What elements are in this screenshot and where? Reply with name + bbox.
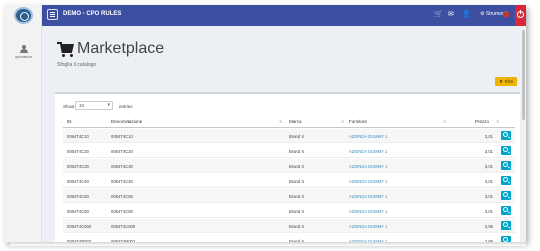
- column-header-id[interactable]: ID: [67, 119, 72, 124]
- search-icon: [503, 147, 508, 152]
- cell-brand: Brand X: [289, 164, 305, 169]
- cell-price: 3,01: [484, 134, 493, 139]
- table-row: 0064T4C10 0064T4C10 Brand X AZIENDA DUMMY 1…: [63, 129, 515, 143]
- cell-price: 3,01: [484, 209, 493, 214]
- power-icon: [517, 10, 524, 18]
- view-product-button[interactable]: [501, 131, 511, 140]
- cell-id: 0064T4C30: [67, 164, 89, 169]
- table-row: 0064T4C40 0064T4C40 Brand X AZIENDA DUMMY 1…: [63, 174, 515, 188]
- table-row: 0064T4C30 0064T4C30 Brand X AZIENDA DUMMY 1…: [63, 159, 515, 173]
- view-product-button[interactable]: [501, 191, 511, 200]
- show-label: Show: [63, 104, 75, 109]
- table-row: 0064T4C000 0064T4C000 Brand X AZIENDA DUMMY…: [63, 219, 515, 233]
- cell-name: 0064T4C50: [111, 194, 133, 199]
- cell-supplier[interactable]: AZIENDA DUMMY 1: [349, 179, 387, 184]
- table-row: 0064T4C20 0064T4C20 Brand X AZIENDA DUMMY 1…: [63, 144, 515, 158]
- filter-button-label: Filtri: [504, 79, 514, 84]
- cell-name: 0064T4C60: [111, 209, 133, 214]
- search-icon: [503, 132, 508, 137]
- filter-icon: ▼: [498, 79, 504, 84]
- sort-icon[interactable]: ⇅: [496, 119, 499, 124]
- search-icon: [503, 177, 508, 182]
- cell-id: 0064T4C50: [67, 194, 89, 199]
- cell-name: 0064T4C30: [111, 164, 133, 169]
- cell-brand: Brand X: [289, 134, 305, 139]
- cell-id: 0064T4C20: [67, 149, 89, 154]
- language-flag[interactable]: [503, 12, 509, 17]
- shopping-cart-icon: [57, 42, 75, 58]
- top-navbar: DEMO - CPO RULES 🛒 ✉ 👤 ⚙ Strumenti: [42, 5, 526, 26]
- cell-supplier[interactable]: AZIENDA DUMMY 1: [349, 149, 387, 154]
- user-icon[interactable]: [19, 45, 29, 54]
- sidebar-item-label[interactable]: operatore: [7, 54, 40, 59]
- window-shadow: [10, 242, 526, 246]
- catalog-panel: Show 10 entries ID ⇅ Denominazione ⇅ Mar…: [55, 92, 520, 242]
- search-icon: [503, 222, 508, 227]
- cell-price: 3,01: [484, 194, 493, 199]
- scrollbar[interactable]: [521, 26, 526, 242]
- cell-id: 0064T4C10: [67, 134, 89, 139]
- sidebar: operatore: [5, 5, 42, 242]
- envelope-icon[interactable]: ✉: [448, 11, 454, 19]
- cell-name: 0064T4C20: [111, 149, 133, 154]
- cell-supplier[interactable]: AZIENDA DUMMY 1: [349, 164, 387, 169]
- app-window: operatore DEMO - CPO RULES 🛒 ✉ 👤 ⚙ Strum…: [5, 5, 526, 242]
- cell-name: 0064T4C000: [111, 224, 136, 229]
- view-product-button[interactable]: [501, 206, 511, 215]
- menu-toggle-button[interactable]: [47, 9, 58, 20]
- filter-button[interactable]: ▼ Filtri: [495, 77, 517, 86]
- cell-supplier[interactable]: AZIENDA DUMMY 1: [349, 134, 387, 139]
- user-icon[interactable]: 👤: [462, 11, 471, 19]
- cell-price: 2,95: [484, 224, 493, 229]
- page-subtitle: Sfoglia il catalogo: [57, 62, 97, 68]
- scrollbar-thumb[interactable]: [522, 30, 525, 120]
- column-header-supplier[interactable]: Fornitore: [349, 119, 367, 124]
- table-row: 0064T4R002 0064T4R002 Brand X AZIENDA DUMMY…: [63, 234, 515, 242]
- cell-id: 0064T4C000: [67, 224, 92, 229]
- cell-brand: Brand X: [289, 224, 305, 229]
- cell-brand: Brand X: [289, 179, 305, 184]
- cell-name: 0064T4C40: [111, 179, 133, 184]
- cell-price: 3,01: [484, 164, 493, 169]
- cell-price: 3,01: [484, 149, 493, 154]
- sort-icon[interactable]: ⇅: [279, 119, 282, 124]
- cell-id: 0064T4C40: [67, 179, 89, 184]
- column-header-name[interactable]: Denominazione: [111, 119, 142, 124]
- search-icon: [503, 162, 508, 167]
- table-header: ID ⇅ Denominazione ⇅ Marca ⇅ Fornitore ⇅…: [63, 116, 515, 128]
- search-icon: [503, 207, 508, 212]
- page-title: Marketplace: [77, 40, 165, 57]
- logout-button[interactable]: [515, 5, 526, 26]
- sort-icon[interactable]: ⇅: [443, 119, 446, 124]
- cell-supplier[interactable]: AZIENDA DUMMY 1: [349, 209, 387, 214]
- view-product-button[interactable]: [501, 161, 511, 170]
- view-product-button[interactable]: [501, 146, 511, 155]
- column-header-brand[interactable]: Marca: [289, 119, 302, 124]
- column-header-price[interactable]: Prezzo: [475, 119, 489, 124]
- table-row: 0064T4C60 0064T4C60 Brand X AZIENDA DUMMY 1…: [63, 204, 515, 218]
- entries-suffix: entries: [119, 104, 133, 109]
- cell-name: 0064T4C10: [111, 134, 133, 139]
- app-title: DEMO - CPO RULES: [63, 11, 122, 17]
- cell-brand: Brand X: [289, 149, 305, 154]
- cell-brand: Brand X: [289, 209, 305, 214]
- table-row: 0064T4C50 0064T4C50 Brand X AZIENDA DUMMY 1…: [63, 189, 515, 203]
- cell-id: 0064T4C60: [67, 209, 89, 214]
- logo[interactable]: [14, 7, 33, 24]
- cell-supplier[interactable]: AZIENDA DUMMY 1: [349, 194, 387, 199]
- cell-price: 3,01: [484, 179, 493, 184]
- entries-select[interactable]: 10: [75, 101, 113, 110]
- cell-brand: Brand X: [289, 194, 305, 199]
- view-product-button[interactable]: [501, 176, 511, 185]
- sort-icon[interactable]: ⇅: [341, 119, 344, 124]
- view-product-button[interactable]: [501, 221, 511, 230]
- shopping-cart-icon[interactable]: 🛒: [434, 11, 443, 19]
- search-icon: [503, 192, 508, 197]
- cell-supplier[interactable]: AZIENDA DUMMY 1: [349, 224, 387, 229]
